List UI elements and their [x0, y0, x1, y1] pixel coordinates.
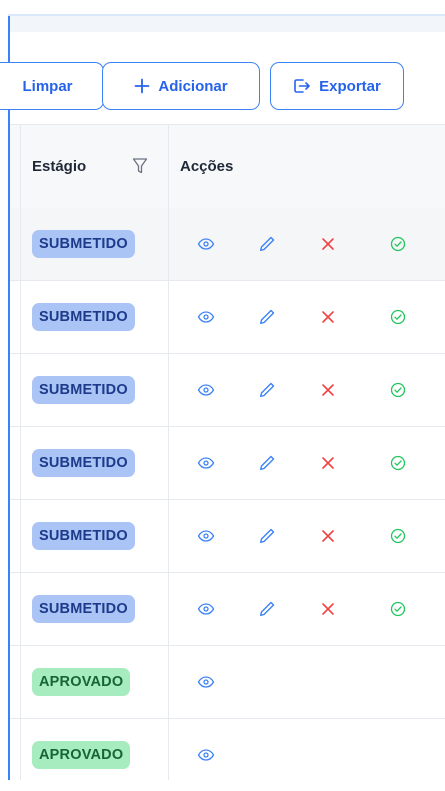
- column-divider: [168, 124, 169, 780]
- table-row[interactable]: APROVADO: [10, 719, 445, 791]
- reject-icon[interactable]: [318, 380, 338, 400]
- column-header-actions: Acções: [180, 158, 234, 175]
- approve-icon[interactable]: [388, 234, 408, 254]
- plus-icon: [134, 78, 150, 94]
- table-row[interactable]: SUBMETIDO: [10, 573, 445, 646]
- edit-icon[interactable]: [257, 380, 277, 400]
- view-icon[interactable]: [196, 453, 216, 473]
- status-badge: SUBMETIDO: [32, 449, 135, 477]
- reject-icon[interactable]: [318, 453, 338, 473]
- edit-icon[interactable]: [257, 307, 277, 327]
- table-row[interactable]: SUBMETIDO: [10, 500, 445, 573]
- data-table: Estágio Acções SUBMETIDO SUBMETIDO SUBME…: [10, 124, 445, 791]
- reject-icon[interactable]: [318, 526, 338, 546]
- view-icon[interactable]: [196, 672, 216, 692]
- add-label: Adicionar: [158, 77, 228, 95]
- column-header-stage: Estágio: [32, 158, 87, 175]
- table-toolbar: Limpar Adicionar Exportar: [0, 50, 445, 124]
- reject-icon[interactable]: [318, 234, 338, 254]
- status-badge: SUBMETIDO: [32, 376, 135, 404]
- filter-icon[interactable]: [132, 157, 148, 180]
- approve-icon[interactable]: [388, 453, 408, 473]
- view-icon[interactable]: [196, 599, 216, 619]
- table-row[interactable]: SUBMETIDO: [10, 354, 445, 427]
- status-badge: APROVADO: [32, 668, 131, 696]
- panel-header-strip: [10, 16, 445, 32]
- add-button[interactable]: Adicionar: [102, 62, 260, 110]
- status-badge: SUBMETIDO: [32, 230, 135, 258]
- reject-icon[interactable]: [318, 599, 338, 619]
- table-row[interactable]: SUBMETIDO: [10, 208, 445, 281]
- status-badge: SUBMETIDO: [32, 303, 135, 331]
- export-label: Exportar: [319, 77, 381, 95]
- approve-icon[interactable]: [388, 307, 408, 327]
- table-header: Estágio Acções: [10, 124, 445, 210]
- view-icon[interactable]: [196, 234, 216, 254]
- status-badge: SUBMETIDO: [32, 522, 135, 550]
- edit-icon[interactable]: [257, 526, 277, 546]
- table-row[interactable]: SUBMETIDO: [10, 281, 445, 354]
- export-button[interactable]: Exportar: [270, 62, 404, 110]
- export-icon: [293, 78, 311, 94]
- column-divider: [20, 124, 21, 780]
- edit-icon[interactable]: [257, 599, 277, 619]
- approve-icon[interactable]: [388, 526, 408, 546]
- edit-icon[interactable]: [257, 453, 277, 473]
- view-icon[interactable]: [196, 380, 216, 400]
- status-badge: SUBMETIDO: [32, 595, 135, 623]
- reject-icon[interactable]: [318, 307, 338, 327]
- view-icon[interactable]: [196, 307, 216, 327]
- status-badge: APROVADO: [32, 741, 131, 769]
- table-row[interactable]: APROVADO: [10, 646, 445, 719]
- approve-icon[interactable]: [388, 380, 408, 400]
- clear-button[interactable]: Limpar: [0, 62, 104, 110]
- table-row[interactable]: SUBMETIDO: [10, 427, 445, 500]
- clear-label: Limpar: [22, 77, 73, 95]
- approve-icon[interactable]: [388, 599, 408, 619]
- view-icon[interactable]: [196, 526, 216, 546]
- edit-icon[interactable]: [257, 234, 277, 254]
- view-icon[interactable]: [196, 745, 216, 765]
